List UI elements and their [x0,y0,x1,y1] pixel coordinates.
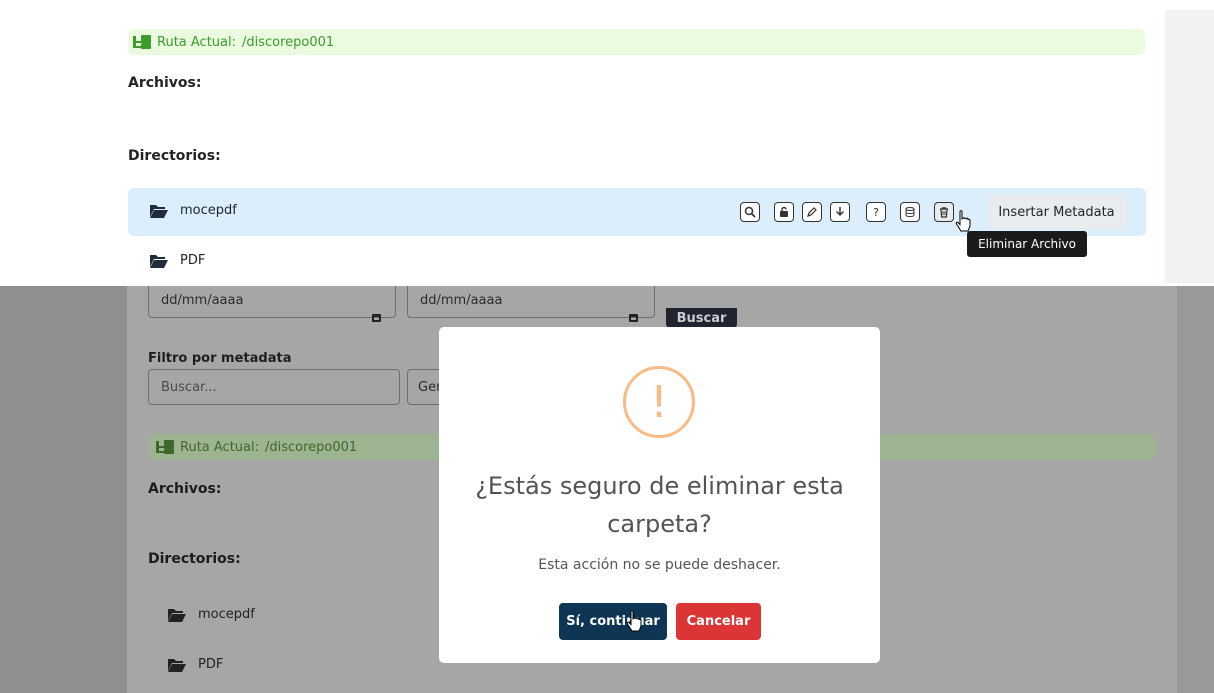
hand-cursor-icon [955,210,971,232]
calendar-icon[interactable] [629,314,638,322]
directory-name: mocepdf [198,607,255,622]
left-gutter [0,10,108,283]
current-path-value: /discorepo001 [242,34,335,50]
insert-metadata-button[interactable]: Insertar Metadata [987,195,1126,229]
current-path-label: Ruta Actual: [180,439,259,455]
folder-open-icon [150,254,168,268]
date-to-input[interactable]: dd/mm/aaaa [407,286,655,318]
svg-text:?: ? [873,206,879,218]
search-button[interactable]: Buscar [666,308,737,328]
confirm-button[interactable]: Sí, continuar [559,603,667,640]
current-path-label: Ruta Actual: [157,34,236,50]
tree-icon [133,35,151,49]
cancel-button[interactable]: Cancelar [676,603,761,640]
row-actions: ? [740,197,962,227]
calendar-icon[interactable] [372,314,381,322]
files-heading: Archivos: [148,481,222,497]
folder-open-icon [150,204,168,218]
warning-icon: ! [623,366,695,438]
files-heading: Archivos: [128,75,202,91]
top-panel: Ruta Actual: /discorepo001 Archivos: Dir… [0,0,1214,285]
directory-row[interactable]: PDF [168,657,223,672]
folder-open-icon [168,658,186,672]
download-icon[interactable] [830,202,850,222]
directory-name: mocepdf [180,203,237,218]
metadata-filter-label: Filtro por metadata [148,351,292,366]
date-to-placeholder: dd/mm/aaaa [420,292,503,308]
metadata-search-placeholder: Buscar... [161,379,217,395]
trash-icon[interactable] [934,202,954,222]
confirm-dialog: ! ¿Estás seguro de eliminar esta carpeta… [439,327,880,663]
right-gutter [1165,10,1214,283]
directory-name: PDF [180,253,206,268]
tree-icon [156,440,174,454]
directory-row[interactable]: PDF [150,253,205,268]
metadata-select-value: Ger [418,379,442,395]
edit-icon[interactable] [802,202,822,222]
help-icon[interactable]: ? [866,202,886,222]
directory-row[interactable]: mocepdf [168,607,255,622]
database-icon[interactable] [900,202,920,222]
directory-row[interactable]: mocepdf [150,203,237,218]
screenshot-root: Ruta Actual: /discorepo001 Archivos: Dir… [0,0,1214,693]
dialog-text: Esta acción no se puede deshacer. [538,557,781,573]
hand-cursor-icon [626,610,642,632]
date-from-placeholder: dd/mm/aaaa [161,292,244,308]
tooltip: Eliminar Archivo [967,231,1087,257]
current-path-bar: Ruta Actual: /discorepo001 [128,29,1145,55]
directories-heading: Directorios: [148,551,241,567]
folder-open-icon [168,608,186,622]
date-from-input[interactable]: dd/mm/aaaa [148,286,396,318]
lock-icon[interactable] [774,202,794,222]
search-file-icon[interactable] [740,202,760,222]
metadata-search-input[interactable]: Buscar... [148,369,400,405]
current-path-value: /discorepo001 [265,439,358,455]
directories-heading: Directorios: [128,148,221,164]
dialog-actions: Sí, continuar Cancelar [559,603,761,640]
dimmed-side [1177,286,1214,693]
dialog-title: ¿Estás seguro de eliminar esta carpeta? [475,472,844,538]
directory-name: PDF [198,657,224,672]
